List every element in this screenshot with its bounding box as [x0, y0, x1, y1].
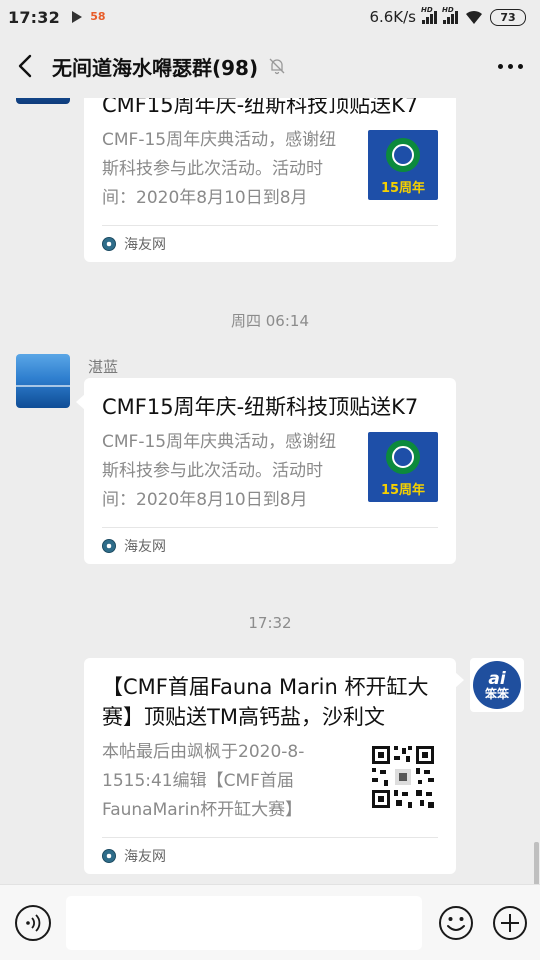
source-logo-icon	[102, 237, 116, 251]
source-name: 海友网	[124, 849, 166, 865]
card-description: CMF-15周年庆典活动，感谢纽斯科技参与此次活动。活动时间：2020年8月10…	[102, 130, 337, 208]
card-body: CMF-15周年庆典活动，感谢纽斯科技参与此次活动。活动时间：2020年8月10…	[102, 428, 438, 515]
status-bar: 17:32 58 6.6K/s HD HD 73	[0, 0, 540, 34]
link-card[interactable]: 【CMF首届Fauna Marin 杯开缸大赛】顶贴送TM高钙盐，沙利文 本帖最…	[84, 658, 456, 874]
timestamp: 周四 06:14	[231, 312, 309, 330]
qr-code-thumbnail	[368, 742, 438, 812]
hd-label-2: HD	[442, 6, 454, 14]
timestamp: 17:32	[248, 614, 292, 632]
source-logo-icon	[102, 539, 116, 553]
sender-name: 湛蓝	[88, 358, 119, 376]
wifi-icon	[466, 10, 482, 24]
card-title: CMF15周年庆-纽斯科技顶贴送K7	[102, 98, 419, 117]
card-thumbnail: 15周年	[368, 130, 438, 200]
avatar-text-bottom: 笨笨	[484, 686, 509, 701]
card-title: CMF15周年庆-纽斯科技顶贴送K7	[102, 395, 419, 419]
card-title: 【CMF首届Fauna Marin 杯开缸大赛】顶贴送TM高钙盐，沙利文	[102, 675, 429, 729]
avatar-logo: ai 笨笨	[473, 661, 521, 709]
card-description: CMF-15周年庆典活动，感谢纽斯科技参与此次活动。活动时间：2020年8月10…	[102, 432, 337, 510]
link-card[interactable]: CMF15周年庆-纽斯科技顶贴送K7 CMF-15周年庆典活动，感谢纽斯科技参与…	[84, 378, 456, 564]
signal-icon-2: HD	[442, 6, 458, 24]
card-body: CMF-15周年庆典活动，感谢纽斯科技参与此次活动。活动时间：2020年8月10…	[102, 126, 438, 213]
more-functions-button[interactable]	[492, 905, 528, 941]
avatar[interactable]	[16, 98, 70, 104]
status-right: 6.6K/s HD HD 73	[369, 6, 526, 26]
avatar[interactable]: ai 笨笨	[470, 658, 524, 712]
network-speed: 6.6K/s	[369, 8, 416, 26]
card-thumbnail: 15周年	[368, 432, 438, 502]
scrollbar[interactable]	[534, 842, 539, 884]
status-left: 17:32 58	[8, 8, 106, 27]
thumb-label: 15周年	[381, 180, 425, 196]
card-source: 海友网	[102, 226, 438, 262]
source-name: 海友网	[124, 539, 166, 555]
signal-icon: HD	[421, 6, 437, 24]
avatar-text-top: ai	[488, 668, 506, 689]
input-bar	[0, 884, 540, 960]
voice-icon	[26, 913, 41, 932]
battery-icon: 73	[490, 8, 526, 26]
emoji-button[interactable]	[438, 905, 474, 941]
source-logo-icon	[102, 849, 116, 863]
message-input[interactable]	[66, 895, 422, 950]
play-icon	[71, 11, 82, 23]
source-name: 海友网	[124, 237, 166, 253]
link-card[interactable]: CMF15周年庆-纽斯科技顶贴送K7 CMF-15周年庆典活动，感谢纽斯科技参与…	[84, 98, 456, 262]
mute-bell-icon	[269, 58, 285, 75]
card-source: 海友网	[102, 838, 438, 874]
chat-message-list[interactable]: CMF15周年庆-纽斯科技顶贴送K7 CMF-15周年庆典活动，感谢纽斯科技参与…	[0, 98, 540, 884]
avatar[interactable]	[16, 354, 70, 408]
chat-header: 无间道海水嘚瑟群(98)	[0, 34, 540, 98]
card-source: 海友网	[102, 528, 438, 564]
more-options-icon[interactable]	[480, 34, 540, 98]
thumb-label: 15周年	[381, 482, 425, 498]
hd-label: HD	[421, 6, 433, 14]
bubble-tail	[455, 672, 464, 688]
back-icon[interactable]	[0, 34, 50, 98]
chat-title: 无间道海水嘚瑟群(98)	[52, 55, 259, 80]
voice-input-button[interactable]	[15, 904, 51, 941]
app-58-icon: 58	[90, 10, 106, 23]
card-description: 本帖最后由飒枫于2020-8-1515:41编辑【CMF首届FaunaMarin…	[102, 742, 305, 820]
status-time: 17:32	[8, 7, 60, 27]
card-body: 本帖最后由飒枫于2020-8-1515:41编辑【CMF首届FaunaMarin…	[102, 738, 438, 825]
